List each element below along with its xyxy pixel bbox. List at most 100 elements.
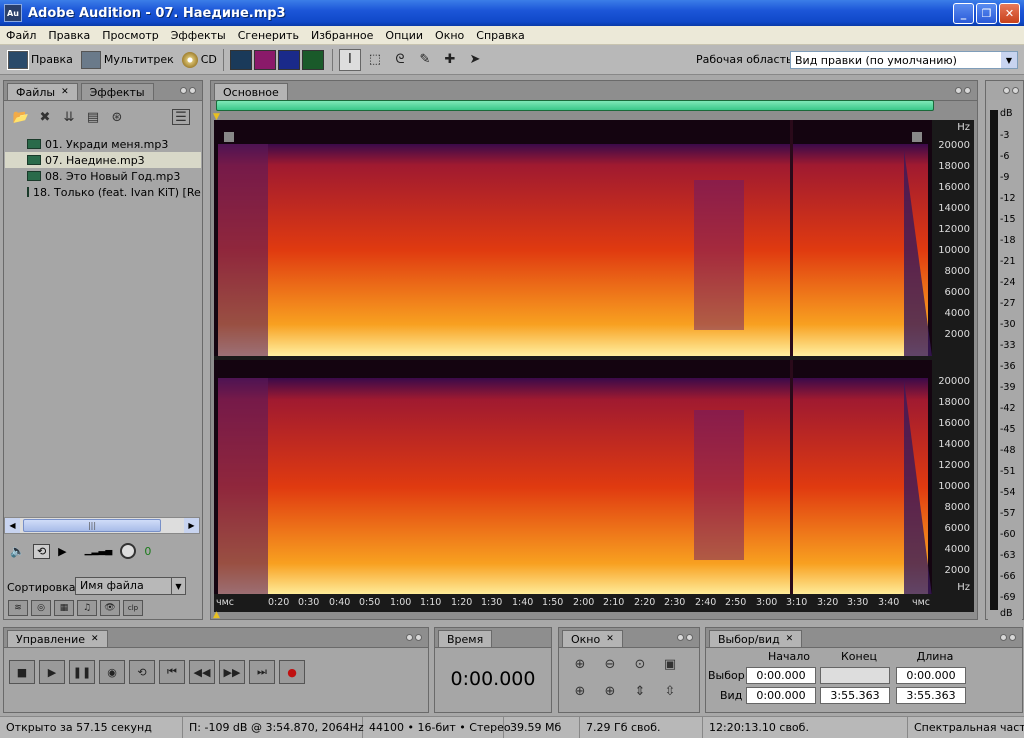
tab-transport[interactable]: Управление ✕ xyxy=(7,630,108,647)
left-channel-spectrogram[interactable] xyxy=(214,120,932,356)
marquee-tool-icon[interactable]: ⬚ xyxy=(364,49,386,71)
play-from-cursor-button[interactable]: ◉ xyxy=(99,660,125,684)
zoom-out-vertical-icon[interactable]: ⇳ xyxy=(659,680,681,702)
multitrack-mode-button[interactable]: Мультитрек xyxy=(80,50,174,69)
lasso-tool-icon[interactable]: ᘓ xyxy=(389,49,411,71)
rewind-button[interactable]: ◀◀ xyxy=(189,660,215,684)
go-to-start-button[interactable]: ⏮ xyxy=(159,660,185,684)
cd-mode-button[interactable]: CD xyxy=(181,51,217,68)
tab-selection-view-label: Выбор/вид xyxy=(718,632,780,646)
menu-file[interactable]: Файл xyxy=(0,29,42,42)
spectral-pan-view-icon[interactable] xyxy=(277,49,300,70)
overview-scrollbar[interactable] xyxy=(216,100,934,111)
zoom-selection-icon[interactable]: ▣ xyxy=(659,653,681,675)
workspace-select[interactable]: Вид правки (по умолчанию) ▼ xyxy=(790,51,1018,69)
zoom-in-right-icon[interactable]: ⊕ xyxy=(599,680,621,702)
menu-generate[interactable]: Сгенерить xyxy=(232,29,305,42)
stop-button[interactable]: ■ xyxy=(9,660,35,684)
import-icon[interactable]: ⇊ xyxy=(60,109,78,125)
selection-end-field[interactable] xyxy=(820,667,890,684)
file-item[interactable]: 08. Это Новый Год.mp3 xyxy=(5,168,201,184)
scrub-tool-icon[interactable]: ➤ xyxy=(464,49,486,71)
filter-midi-icon[interactable]: ♫ xyxy=(77,600,97,616)
tab-files[interactable]: Файлы ✕ xyxy=(7,83,78,100)
playhead-marker-icon[interactable]: ▲ xyxy=(213,610,220,620)
tab-selection-view[interactable]: Выбор/вид ✕ xyxy=(709,630,803,647)
view-start-field[interactable]: 0:00.000 xyxy=(746,687,816,704)
panel-menu-icon[interactable] xyxy=(406,631,424,643)
filter-waveform-icon[interactable]: ≋ xyxy=(8,600,28,616)
zoom-in-amplitude-icon[interactable]: ⊕ xyxy=(569,653,591,675)
play-icon[interactable]: ▶ xyxy=(58,545,66,558)
brush-tool-icon[interactable]: ✎ xyxy=(414,49,436,71)
volume-knob[interactable] xyxy=(120,543,137,559)
minimize-button[interactable]: _ xyxy=(953,3,974,24)
spectral-frequency-view-icon[interactable] xyxy=(253,49,276,70)
view-end-field[interactable]: 3:55.363 xyxy=(820,687,890,704)
loop-icon[interactable]: ⟲ xyxy=(32,543,51,559)
loop-button[interactable]: ⟲ xyxy=(129,660,155,684)
tab-main[interactable]: Основное xyxy=(214,83,288,100)
filter-video-icon[interactable]: ▦ xyxy=(54,600,74,616)
menu-view[interactable]: Просмотр xyxy=(96,29,164,42)
close-file-icon[interactable]: ✖ xyxy=(36,109,54,125)
fast-forward-button[interactable]: ▶▶ xyxy=(219,660,245,684)
menu-help[interactable]: Справка xyxy=(470,29,530,42)
tab-effects[interactable]: Эффекты xyxy=(80,83,154,100)
menu-window[interactable]: Окно xyxy=(429,29,470,42)
close-icon[interactable]: ✕ xyxy=(61,87,69,97)
edit-mode-button[interactable]: Правка xyxy=(7,49,73,70)
play-button[interactable]: ▶ xyxy=(39,660,65,684)
menu-favorites[interactable]: Избранное xyxy=(305,29,379,42)
scroll-left-icon[interactable]: ◀ xyxy=(5,518,20,533)
spot-healing-tool-icon[interactable]: ✚ xyxy=(439,49,461,71)
meter-tick: -9 xyxy=(1000,172,1010,183)
go-to-end-button[interactable]: ⏭ xyxy=(249,660,275,684)
close-icon[interactable]: ✕ xyxy=(91,634,99,644)
file-item[interactable]: 01. Укради меня.mp3 xyxy=(5,136,201,152)
menu-options[interactable]: Опции xyxy=(379,29,429,42)
zoom-out-full-icon[interactable]: ⊙ xyxy=(629,653,651,675)
sort-select[interactable]: Имя файла ▼ xyxy=(75,577,186,595)
zoom-in-left-icon[interactable]: ⊕ xyxy=(569,680,591,702)
selection-start-field[interactable]: 0:00.000 xyxy=(746,667,816,684)
spectral-display[interactable]: Hz 20000 18000 16000 14000 12000 10000 8… xyxy=(214,120,974,612)
menu-edit[interactable]: Правка xyxy=(42,29,96,42)
file-item[interactable]: 07. Наедине.mp3 xyxy=(5,152,201,168)
zoom-in-vertical-icon[interactable]: ⇕ xyxy=(629,680,651,702)
panel-menu-icon[interactable] xyxy=(955,84,973,96)
panel-menu-icon[interactable] xyxy=(1000,631,1018,643)
pause-button[interactable]: ❚❚ xyxy=(69,660,95,684)
tab-time[interactable]: Время xyxy=(438,630,493,647)
insert-icon[interactable]: ▤ xyxy=(84,109,102,125)
menu-effects[interactable]: Эффекты xyxy=(165,29,232,42)
file-list-hscrollbar[interactable]: ◀ ||| ▶ xyxy=(4,517,200,534)
filter-loop-icon[interactable]: ◎ xyxy=(31,600,51,616)
tab-zoom[interactable]: Окно ✕ xyxy=(562,630,623,647)
panel-menu-icon[interactable] xyxy=(180,84,198,96)
filter-extra-icon[interactable]: clp xyxy=(123,600,143,616)
restore-button[interactable]: ❐ xyxy=(976,3,997,24)
zoom-out-amplitude-icon[interactable]: ⊖ xyxy=(599,653,621,675)
close-icon[interactable]: ✕ xyxy=(606,634,614,644)
open-file-icon[interactable]: 📂 xyxy=(12,109,30,125)
cd-insert-icon[interactable]: ⊛ xyxy=(108,109,126,125)
speaker-icon[interactable]: 🔈 xyxy=(10,544,25,558)
panel-menu-icon[interactable] xyxy=(1003,84,1021,96)
selection-length-field[interactable]: 0:00.000 xyxy=(896,667,966,684)
filter-eye-icon[interactable]: 👁 xyxy=(100,600,120,616)
time-selection-tool-icon[interactable]: I xyxy=(338,48,361,71)
time-ruler[interactable]: чмс 0:20 0:30 0:40 0:50 1:00 1:10 1:20 1… xyxy=(214,594,934,610)
view-length-field[interactable]: 3:55.363 xyxy=(896,687,966,704)
waveform-view-icon[interactable] xyxy=(229,49,252,70)
show-options-icon[interactable]: ☰ xyxy=(172,109,190,125)
panel-menu-icon[interactable] xyxy=(677,631,695,643)
spectral-phase-view-icon[interactable] xyxy=(301,49,324,70)
record-button[interactable]: ● xyxy=(279,660,305,684)
close-icon[interactable]: ✕ xyxy=(786,634,794,644)
right-channel-spectrogram[interactable] xyxy=(214,360,932,596)
close-button[interactable]: ✕ xyxy=(999,3,1020,24)
file-item[interactable]: 18. Только (feat. Ivan KiT) [Rem xyxy=(5,184,201,200)
scroll-right-icon[interactable]: ▶ xyxy=(184,518,199,533)
scroll-thumb[interactable]: ||| xyxy=(23,519,161,532)
